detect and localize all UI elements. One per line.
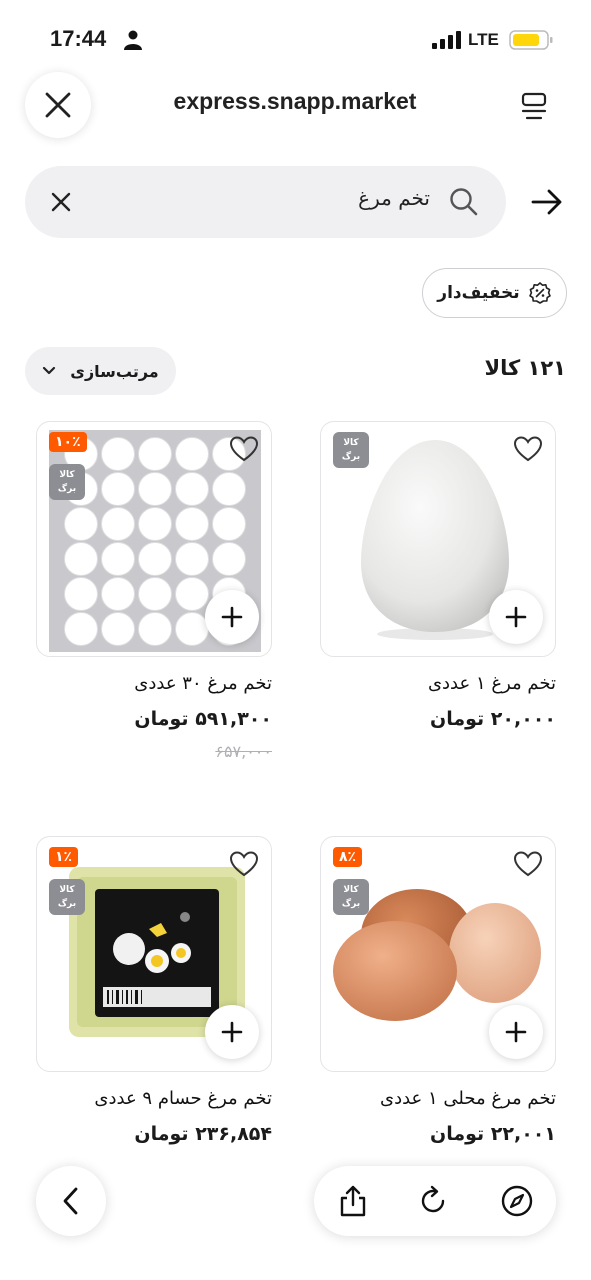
tray-egg — [138, 577, 172, 611]
tray-egg — [64, 507, 98, 541]
discount-badge: ۱٪ — [49, 847, 79, 867]
arrow-right-icon[interactable] — [530, 186, 564, 218]
tray-egg — [175, 612, 209, 646]
search-bar[interactable]: تخم مرغ — [25, 166, 506, 238]
product-image[interactable]: ۱٪ کالا برگ — [36, 836, 272, 1072]
battery-icon — [509, 30, 553, 50]
sort-button[interactable]: مرتب‌سازی — [25, 347, 176, 395]
tray-egg — [101, 577, 135, 611]
search-input[interactable]: تخم مرغ — [358, 186, 430, 210]
share-icon[interactable] — [336, 1184, 370, 1218]
product-card[interactable]: ۸٪ کالا برگ تخم مرغ محلی ۱ عددی ۲۲,۰۰۱ ت… — [320, 836, 556, 1145]
tray-egg — [212, 472, 246, 506]
tray-egg — [64, 612, 98, 646]
clear-search-icon[interactable] — [49, 190, 73, 214]
tray-egg — [101, 612, 135, 646]
browser-toolbar — [314, 1166, 556, 1236]
kala-barg-badge: کالا برگ — [333, 879, 369, 915]
add-to-cart-button[interactable] — [489, 590, 543, 644]
tray-egg — [101, 472, 135, 506]
tray-egg — [212, 507, 246, 541]
plus-icon — [505, 1021, 527, 1043]
product-price: ۵۹۱,۳۰۰ تومان — [134, 708, 272, 730]
product-name[interactable]: تخم مرغ ۱ عددی — [320, 673, 556, 694]
tray-egg — [175, 542, 209, 576]
discount-percent-icon — [528, 282, 551, 304]
back-button[interactable] — [36, 1166, 106, 1236]
reload-icon[interactable] — [416, 1184, 450, 1218]
tray-egg — [138, 612, 172, 646]
product-image[interactable]: ۱۰٪ کالا برگ — [36, 421, 272, 657]
product-card[interactable]: ۱۰٪ کالا برگ تخم مرغ ۳۰ عددی ۵۹۱,۳۰۰ توم… — [36, 421, 272, 761]
product-card[interactable]: کالا برگ تخم مرغ ۱ عددی ۲۰,۰۰۰ تومان — [320, 421, 556, 730]
product-old-price: ۶۵۷,۰۰۰ — [215, 742, 272, 761]
results-count: ۱۲۱ کالا — [484, 356, 567, 380]
tray-egg — [212, 542, 246, 576]
plus-icon — [221, 1021, 243, 1043]
tray-egg — [101, 507, 135, 541]
tray-egg — [175, 577, 209, 611]
heart-icon[interactable] — [229, 850, 259, 878]
product-name[interactable]: تخم مرغ ۳۰ عددی — [36, 673, 272, 694]
product-image[interactable]: کالا برگ — [320, 421, 556, 657]
product-name[interactable]: تخم مرغ محلی ۱ عددی — [320, 1088, 556, 1109]
menu-button[interactable] — [512, 86, 556, 126]
product-price: ۲۰,۰۰۰ تومان — [430, 708, 556, 730]
tray-egg — [101, 437, 135, 471]
chevron-down-icon — [43, 366, 56, 375]
product-name[interactable]: تخم مرغ حسام ۹ عددی — [36, 1088, 272, 1109]
discount-chip-label: تخفیف‌دار — [437, 283, 520, 303]
add-to-cart-button[interactable] — [489, 1005, 543, 1059]
add-to-cart-button[interactable] — [205, 1005, 259, 1059]
tray-egg — [175, 437, 209, 471]
tray-egg — [175, 507, 209, 541]
heart-icon[interactable] — [513, 850, 543, 878]
sort-label: مرتب‌سازی — [70, 361, 159, 381]
person-icon — [124, 30, 142, 50]
plus-icon — [505, 606, 527, 628]
heart-icon[interactable] — [229, 435, 259, 463]
close-icon — [45, 92, 71, 118]
kala-barg-badge: کالا برگ — [49, 464, 85, 500]
plus-icon — [221, 606, 243, 628]
search-icon — [450, 188, 478, 216]
menu-list-icon — [521, 92, 547, 120]
tray-egg — [101, 542, 135, 576]
compass-icon[interactable] — [500, 1184, 534, 1218]
discount-badge: ۸٪ — [333, 847, 363, 867]
tray-egg — [138, 507, 172, 541]
product-price: ۲۳۶,۸۵۴ تومان — [134, 1123, 272, 1145]
status-time: 17:44 — [50, 26, 107, 51]
product-card[interactable]: ۱٪ کالا برگ تخم مرغ حسام ۹ عددی ۲۳۶,۸۵۴ … — [36, 836, 272, 1145]
kala-barg-badge: کالا برگ — [49, 879, 85, 915]
tray-egg — [138, 437, 172, 471]
tray-egg — [138, 542, 172, 576]
add-to-cart-button[interactable] — [205, 590, 259, 644]
tray-egg — [138, 472, 172, 506]
close-button[interactable] — [25, 72, 91, 138]
product-price: ۲۲,۰۰۱ تومان — [430, 1123, 556, 1145]
heart-icon[interactable] — [513, 435, 543, 463]
tray-egg — [64, 577, 98, 611]
discount-filter-chip[interactable]: تخفیف‌دار — [422, 268, 567, 318]
signal-icon — [432, 31, 461, 49]
status-bar: 17:44 LTE — [0, 0, 591, 80]
kala-barg-badge: کالا برگ — [333, 432, 369, 468]
tray-egg — [64, 542, 98, 576]
product-image[interactable]: ۸٪ کالا برگ — [320, 836, 556, 1072]
page-url: express.snapp.market — [173, 88, 417, 114]
chevron-left-icon — [63, 1187, 78, 1215]
discount-badge: ۱۰٪ — [49, 432, 87, 452]
tray-egg — [175, 472, 209, 506]
network-label: LTE — [468, 30, 499, 49]
